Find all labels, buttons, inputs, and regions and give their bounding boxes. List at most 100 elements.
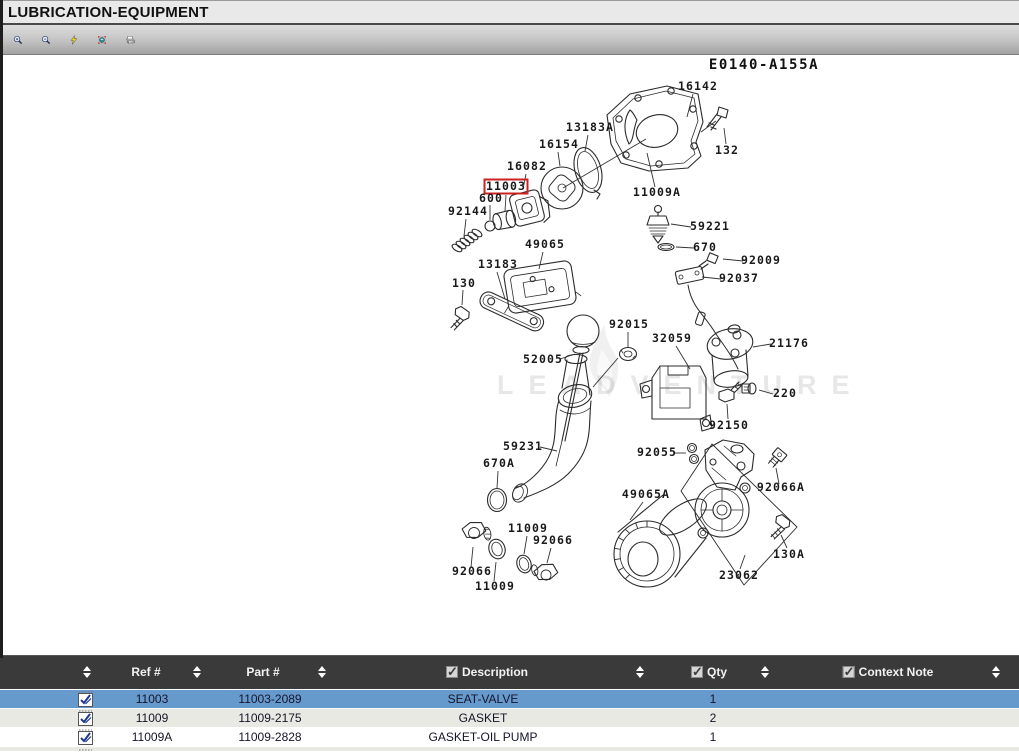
part-label-32059[interactable]: 32059 xyxy=(652,331,692,345)
part-filter-mount-23062 xyxy=(681,440,797,585)
parts-table-header: Ref # Part # Description Qty Context Not… xyxy=(0,656,1019,689)
part-label-92066-right[interactable]: 92066 xyxy=(533,533,573,547)
sort-context-note-column[interactable] xyxy=(992,666,1000,678)
diagram-code: E0140-A155A xyxy=(709,57,819,73)
part-label-92037[interactable]: 92037 xyxy=(719,271,759,285)
part-label-21176[interactable]: 21176 xyxy=(769,336,809,350)
title-bar: LUBRICATION-EQUIPMENT xyxy=(0,0,1019,25)
part-oring-670a xyxy=(488,489,507,512)
column-header-context-note: Context Note xyxy=(843,665,934,679)
diagram-canvas: LEADVENTURE xyxy=(0,55,1019,655)
part-label-16154[interactable]: 16154 xyxy=(539,137,579,151)
row-edit-icon xyxy=(78,749,93,751)
sort-qty-column[interactable] xyxy=(761,666,769,678)
part-label-92144[interactable]: 92144 xyxy=(448,204,488,218)
column-header-part: Part # xyxy=(246,665,279,679)
zoom-in-button[interactable] xyxy=(6,28,30,52)
cell-ref: 11009A xyxy=(132,730,172,744)
part-washer-11009-left xyxy=(486,537,507,561)
parts-artwork xyxy=(445,86,797,587)
page-title: LUBRICATION-EQUIPMENT xyxy=(8,4,209,21)
part-label-16082[interactable]: 16082 xyxy=(507,159,547,173)
part-spring-92144 xyxy=(451,228,483,254)
part-bushing-11003 xyxy=(491,210,517,231)
zoom-in-icon xyxy=(13,29,23,51)
part-sensor-59221 xyxy=(647,206,669,244)
part-label-130[interactable]: 130 xyxy=(452,276,476,290)
table-row[interactable]: 11009A 11009-2828 GASKET-OIL PUMP 1 xyxy=(0,727,1019,746)
part-rotor-16154 xyxy=(541,167,583,209)
part-label-220[interactable]: 220 xyxy=(773,386,797,400)
part-label-13183[interactable]: 13183 xyxy=(478,257,518,271)
cell-description: GASKET-OIL PUMP xyxy=(429,730,538,744)
column-header-ref: Ref # xyxy=(131,665,160,679)
part-screw-92066a xyxy=(766,447,787,469)
part-label-11009-bottom[interactable]: 11009 xyxy=(475,579,515,593)
part-label-52005[interactable]: 52005 xyxy=(523,352,563,366)
part-oring-670 xyxy=(658,244,674,251)
cell-qty: 1 xyxy=(710,692,717,706)
hotspot-select-button[interactable] xyxy=(90,28,114,52)
description-checkbox[interactable] xyxy=(446,666,458,678)
part-label-49065[interactable]: 49065 xyxy=(525,237,565,251)
part-label-92066-left[interactable]: 92066 xyxy=(452,564,492,578)
part-label-132[interactable]: 132 xyxy=(715,143,739,157)
part-label-670a[interactable]: 670A xyxy=(483,456,515,470)
part-oil-pump-body xyxy=(607,86,703,171)
zoom-out-icon xyxy=(41,29,51,51)
part-label-670[interactable]: 670 xyxy=(693,240,717,254)
print-button[interactable] xyxy=(118,28,142,52)
part-label-49065a[interactable]: 49065A xyxy=(622,487,670,501)
part-label-23062[interactable]: 23062 xyxy=(719,568,759,582)
flash-button[interactable] xyxy=(62,28,86,52)
cell-part: 11003-2089 xyxy=(238,692,301,706)
hotspot-select-icon xyxy=(97,29,107,51)
part-plate-92037 xyxy=(675,266,704,284)
part-label-130a[interactable]: 130A xyxy=(773,547,805,561)
cell-part: 11009-2828 xyxy=(238,730,301,744)
cell-description: SEAT-VALVE xyxy=(448,692,519,706)
flash-icon xyxy=(69,29,79,51)
table-row[interactable]: 11003 11003-2089 SEAT-VALVE 1 xyxy=(0,689,1019,708)
part-label-92055[interactable]: 92055 xyxy=(637,445,677,459)
part-bolt-92009 xyxy=(699,253,718,269)
part-label-600[interactable]: 600 xyxy=(479,191,503,205)
qty-checkbox[interactable] xyxy=(691,666,703,678)
part-bolt-132 xyxy=(707,107,728,130)
table-row[interactable]: 11009 11009-2175 GASKET 2 xyxy=(0,708,1019,727)
part-oil-filter-49065a xyxy=(614,492,712,587)
cell-description: GASKET xyxy=(459,711,508,725)
part-orings-92055 xyxy=(688,444,699,464)
cell-qty: 1 xyxy=(710,730,717,744)
watermark-text: LEADVENTURE xyxy=(497,370,865,400)
part-bolt-130 xyxy=(445,305,471,333)
cell-part: 11009-2175 xyxy=(238,711,301,725)
part-washer-11009-right xyxy=(515,553,534,574)
part-ball-600 xyxy=(485,221,495,231)
part-label-92015[interactable]: 92015 xyxy=(609,317,649,331)
toolbar xyxy=(0,25,1019,55)
page-left-border xyxy=(0,0,3,658)
column-header-description: Description xyxy=(446,665,528,679)
sort-part-column[interactable] xyxy=(318,666,326,678)
part-label-59221[interactable]: 59221 xyxy=(690,219,730,233)
part-plug-92066-left xyxy=(461,519,492,544)
part-label-16142[interactable]: 16142 xyxy=(678,79,718,93)
sort-ref-column[interactable] xyxy=(193,666,201,678)
part-label-92009[interactable]: 92009 xyxy=(741,253,781,267)
part-label-92150[interactable]: 92150 xyxy=(709,418,749,432)
cell-qty: 2 xyxy=(710,711,717,725)
parts-diagram: LEADVENTURE xyxy=(0,55,1019,656)
table-row-partial[interactable] xyxy=(0,746,1019,751)
column-header-qty: Qty xyxy=(691,665,727,679)
cell-ref: 11003 xyxy=(136,692,168,706)
part-label-13183a[interactable]: 13183A xyxy=(566,120,614,134)
sort-description-column[interactable] xyxy=(636,666,644,678)
zoom-out-button[interactable] xyxy=(34,28,58,52)
part-label-11009a[interactable]: 11009A xyxy=(633,185,681,199)
print-icon xyxy=(125,29,135,51)
part-label-92066a[interactable]: 92066A xyxy=(757,480,805,494)
context-note-checkbox[interactable] xyxy=(843,666,855,678)
sort-select-column[interactable] xyxy=(83,666,91,678)
part-label-59231[interactable]: 59231 xyxy=(503,439,543,453)
